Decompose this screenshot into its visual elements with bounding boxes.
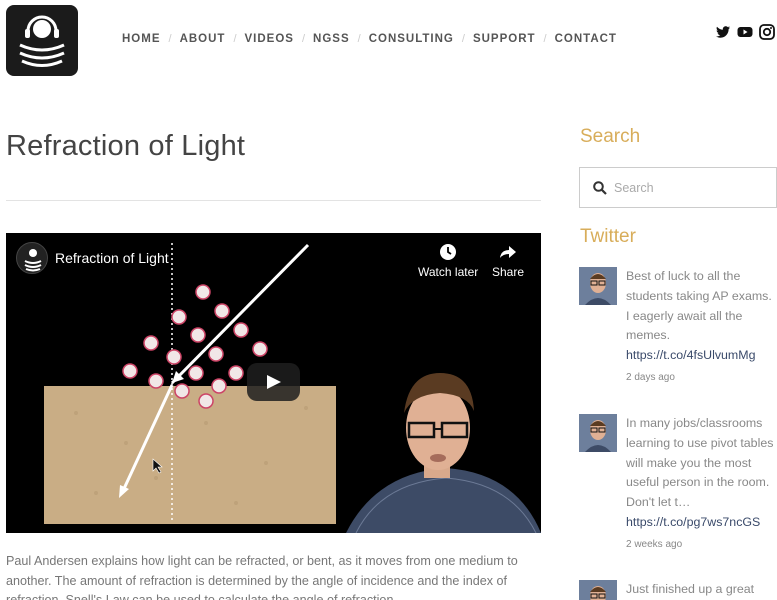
- tweet-text: Just finished up a great: [626, 582, 755, 596]
- site-logo[interactable]: [6, 5, 78, 76]
- nav-support[interactable]: SUPPORT: [465, 33, 544, 45]
- tweet-text: In many jobs/classrooms learning to use …: [626, 416, 774, 510]
- search-box[interactable]: [579, 167, 777, 208]
- share-icon: [492, 243, 524, 265]
- tweet-body: Best of luck to all the students taking …: [626, 267, 777, 388]
- nav-about[interactable]: ABOUT: [172, 33, 234, 45]
- tweet-body: Just finished up a great: [626, 580, 777, 600]
- watch-later-button[interactable]: Watch later: [418, 243, 478, 279]
- video-description: Paul Andersen explains how light can be …: [6, 554, 518, 600]
- nav-consulting[interactable]: CONSULTING: [361, 33, 462, 45]
- share-label: Share: [492, 265, 525, 279]
- page-title: Refraction of Light: [6, 130, 246, 162]
- search-input[interactable]: [614, 176, 769, 200]
- search-icon: [593, 181, 607, 200]
- title-divider: [6, 200, 541, 201]
- tweet-time[interactable]: 2 weeks ago: [626, 535, 777, 555]
- avatar[interactable]: [579, 580, 617, 600]
- headphones-logo-icon: [19, 15, 65, 67]
- clock-icon: [418, 243, 478, 265]
- nav-contact[interactable]: CONTACT: [547, 33, 625, 45]
- tweet-body: In many jobs/classrooms learning to use …: [626, 414, 777, 555]
- video-player[interactable]: Refraction of Light Watch later Share: [6, 233, 541, 533]
- instagram-icon[interactable]: [759, 24, 775, 40]
- nav-videos[interactable]: VIDEOS: [237, 33, 302, 45]
- tweet-link[interactable]: https://t.co/4fsUlvumMg: [626, 346, 777, 366]
- twitter-icon[interactable]: [715, 24, 731, 40]
- nav-home[interactable]: HOME: [114, 33, 169, 45]
- play-icon: [267, 375, 281, 389]
- youtube-icon[interactable]: [737, 24, 753, 40]
- avatar[interactable]: [579, 414, 617, 452]
- tweet-link[interactable]: https://t.co/pg7ws7ncGS: [626, 513, 777, 533]
- search-heading: Search: [580, 126, 641, 147]
- play-button[interactable]: [247, 363, 300, 401]
- tweet-text: Best of luck to all the students taking …: [626, 269, 772, 343]
- share-button[interactable]: Share: [492, 243, 524, 279]
- nav-ngss[interactable]: NGSS: [305, 33, 358, 45]
- avatar[interactable]: [579, 267, 617, 305]
- twitter-heading: Twitter: [580, 226, 636, 247]
- tweet-time[interactable]: 2 days ago: [626, 368, 777, 388]
- social-links: [715, 24, 775, 40]
- channel-logo-icon[interactable]: [16, 242, 48, 274]
- main-nav: HOME / ABOUT / VIDEOS / NGSS / CONSULTIN…: [114, 33, 625, 45]
- video-title[interactable]: Refraction of Light: [55, 250, 169, 266]
- watch-later-label: Watch later: [418, 265, 479, 279]
